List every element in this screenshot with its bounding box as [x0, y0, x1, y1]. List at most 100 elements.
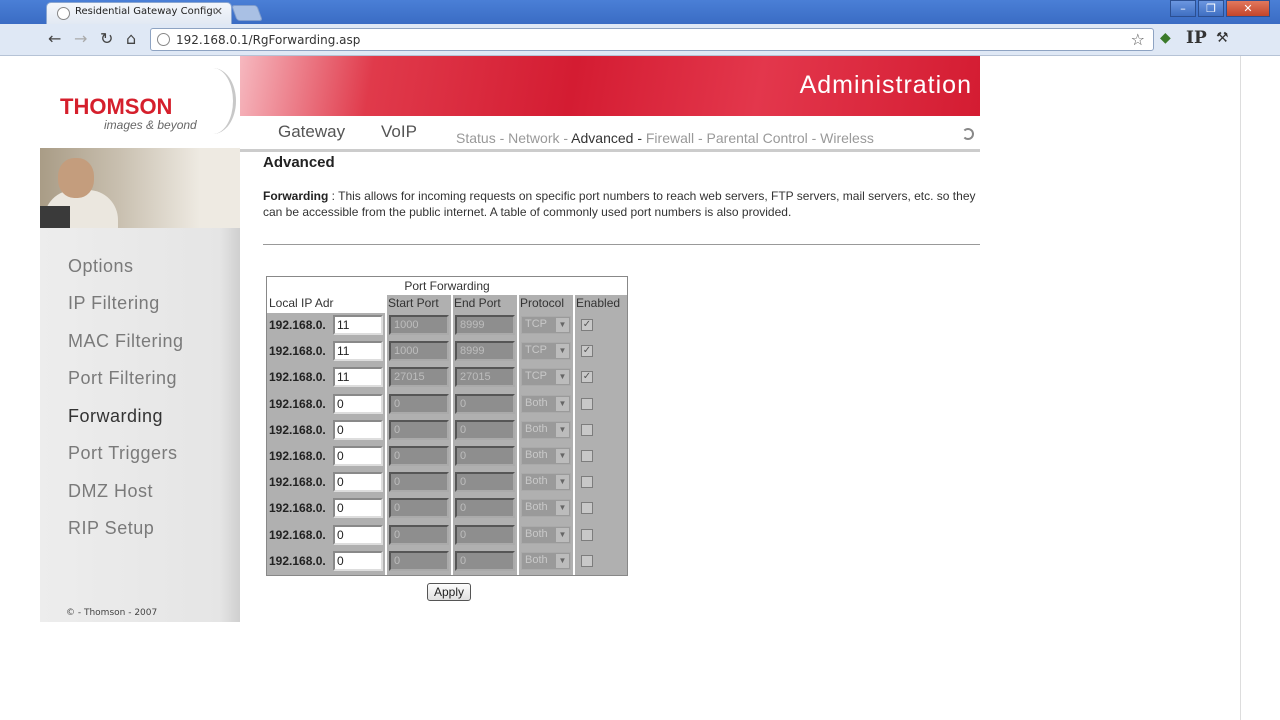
table-row: 192.168.0. 0 0 0 Both ▼: [267, 549, 627, 575]
end-port-input[interactable]: 0: [455, 446, 515, 466]
start-port-input[interactable]: 27015: [389, 367, 449, 388]
local-ip-input[interactable]: 0: [333, 472, 383, 493]
protocol-value: Both: [525, 527, 548, 540]
local-ip-input[interactable]: 0: [333, 446, 383, 466]
submenu-network[interactable]: Network -: [508, 130, 571, 146]
copyright-text: © - Thomson - 2007: [66, 608, 158, 618]
submenu-advanced[interactable]: Advanced -: [571, 130, 646, 146]
protocol-select[interactable]: TCP ▼: [521, 316, 571, 334]
enabled-checkbox[interactable]: [581, 554, 593, 567]
start-port-input[interactable]: 1000: [389, 341, 449, 362]
start-port-input[interactable]: 0: [389, 446, 449, 466]
end-port-input[interactable]: 0: [455, 524, 515, 545]
sidebar-item-mac-filtering[interactable]: MAC Filtering: [68, 331, 184, 352]
end-port-input[interactable]: 0: [455, 419, 515, 440]
protocol-select[interactable]: Both ▼: [521, 473, 571, 492]
enabled-checkbox[interactable]: ✓: [581, 371, 593, 384]
local-ip-input[interactable]: 0: [333, 419, 383, 440]
protocol-select[interactable]: TCP ▼: [521, 342, 571, 361]
ip-prefix: 192.168.0.: [269, 422, 326, 437]
protocol-select[interactable]: Both ▼: [521, 447, 571, 465]
minimize-button[interactable]: –: [1170, 0, 1196, 17]
port-forwarding-table: Port Forwarding Local IP Adr Start Port …: [266, 276, 628, 576]
end-port-input[interactable]: 27015: [455, 367, 515, 388]
enabled-checkbox[interactable]: [581, 502, 593, 515]
local-ip-input[interactable]: 0: [333, 524, 383, 545]
enabled-checkbox[interactable]: [581, 450, 593, 462]
local-ip-input[interactable]: 11: [333, 367, 383, 388]
chevron-down-icon: ▼: [556, 318, 569, 332]
protocol-select[interactable]: TCP ▼: [521, 368, 571, 387]
protocol-select[interactable]: Both ▼: [521, 420, 571, 439]
forward-arrow-icon[interactable]: →: [74, 30, 87, 48]
local-ip-input[interactable]: 11: [333, 341, 383, 362]
end-port-input[interactable]: 0: [455, 498, 515, 519]
end-port-input[interactable]: 0: [455, 550, 515, 571]
start-port-input[interactable]: 0: [389, 550, 449, 571]
submenu-wireless[interactable]: Wireless: [820, 130, 874, 146]
local-ip-input[interactable]: 11: [333, 315, 383, 335]
end-port-input[interactable]: 0: [455, 472, 515, 493]
start-port-input[interactable]: 0: [389, 524, 449, 545]
sidebar-item-rip-setup[interactable]: RIP Setup: [68, 518, 154, 539]
enabled-checkbox[interactable]: [581, 528, 593, 541]
start-port-input[interactable]: 1000: [389, 315, 449, 335]
sidebar-item-ip-filtering[interactable]: IP Filtering: [68, 293, 160, 314]
enabled-checkbox[interactable]: ✓: [581, 345, 593, 358]
sidebar-item-options[interactable]: Options: [68, 256, 134, 277]
restore-button[interactable]: ❐: [1198, 0, 1224, 17]
end-port-input[interactable]: 0: [455, 393, 515, 414]
enabled-checkbox[interactable]: [581, 423, 593, 436]
reload-icon[interactable]: ↻: [100, 30, 113, 48]
sidebar-item-port-filtering[interactable]: Port Filtering: [68, 368, 177, 389]
wrench-icon[interactable]: ⚒: [1216, 30, 1229, 46]
protocol-value: Both: [525, 422, 548, 435]
enabled-checkbox[interactable]: ✓: [581, 319, 593, 331]
enabled-checkbox[interactable]: [581, 397, 593, 410]
local-ip-input[interactable]: 0: [333, 550, 383, 571]
protocol-select[interactable]: Both ▼: [521, 551, 571, 570]
new-tab-button[interactable]: [231, 5, 263, 21]
sidebar-item-dmz-host[interactable]: DMZ Host: [68, 481, 153, 502]
protocol-select[interactable]: Both ▼: [521, 394, 571, 413]
ip-extension-icon[interactable]: IP: [1186, 28, 1207, 48]
page-viewport: THOMSON images & beyond Administration G…: [40, 56, 1240, 720]
submenu-firewall[interactable]: Firewall -: [646, 130, 707, 146]
apply-button[interactable]: Apply: [427, 583, 471, 601]
url-text[interactable]: 192.168.0.1/RgForwarding.asp: [176, 33, 360, 47]
sidebar-item-forwarding[interactable]: Forwarding: [68, 406, 163, 427]
main-menu: Gateway VoIP Status - Network - Advanced…: [240, 116, 980, 152]
submenu-status[interactable]: Status -: [456, 130, 508, 146]
start-port-input[interactable]: 0: [389, 419, 449, 440]
close-window-button[interactable]: ✕: [1226, 0, 1270, 17]
submenu: Status - Network - Advanced - Firewall -…: [456, 130, 874, 146]
enabled-checkbox[interactable]: [581, 476, 593, 489]
address-bar[interactable]: 192.168.0.1/RgForwarding.asp ☆: [150, 28, 1154, 51]
end-port-input[interactable]: 8999: [455, 341, 515, 362]
back-arrow-icon[interactable]: ←: [48, 30, 61, 48]
table-row: 192.168.0. 11 27015 27015 TCP ▼ ✓: [267, 365, 627, 391]
extension-shield-icon[interactable]: ◆: [1160, 30, 1171, 46]
page-description: Forwarding : This allows for incoming re…: [263, 188, 980, 220]
browser-tab[interactable]: Residential Gateway Configura ✕: [46, 2, 232, 24]
local-ip-input[interactable]: 0: [333, 498, 383, 519]
home-icon[interactable]: ⌂: [126, 30, 136, 48]
protocol-value: Both: [525, 396, 548, 409]
submenu-parental-control[interactable]: Parental Control -: [707, 130, 821, 146]
protocol-select[interactable]: Both ▼: [521, 525, 571, 544]
start-port-input[interactable]: 0: [389, 393, 449, 414]
local-ip-input[interactable]: 0: [333, 393, 383, 414]
start-port-input[interactable]: 0: [389, 472, 449, 493]
sidebar-item-port-triggers[interactable]: Port Triggers: [68, 443, 178, 464]
protocol-select[interactable]: Both ▼: [521, 499, 571, 518]
table-row: 192.168.0. 0 0 0 Both ▼: [267, 418, 627, 444]
end-port-input[interactable]: 8999: [455, 315, 515, 335]
table-row: 192.168.0. 0 0 0 Both ▼: [267, 496, 627, 522]
ip-prefix: 192.168.0.: [269, 396, 326, 411]
menu-voip[interactable]: VoIP: [381, 122, 417, 142]
bookmark-star-icon[interactable]: ☆: [1131, 30, 1145, 49]
start-port-input[interactable]: 0: [389, 498, 449, 519]
header-start-port: Start Port: [388, 296, 439, 310]
tab-close-icon[interactable]: ✕: [214, 5, 223, 18]
menu-gateway[interactable]: Gateway: [278, 122, 345, 142]
